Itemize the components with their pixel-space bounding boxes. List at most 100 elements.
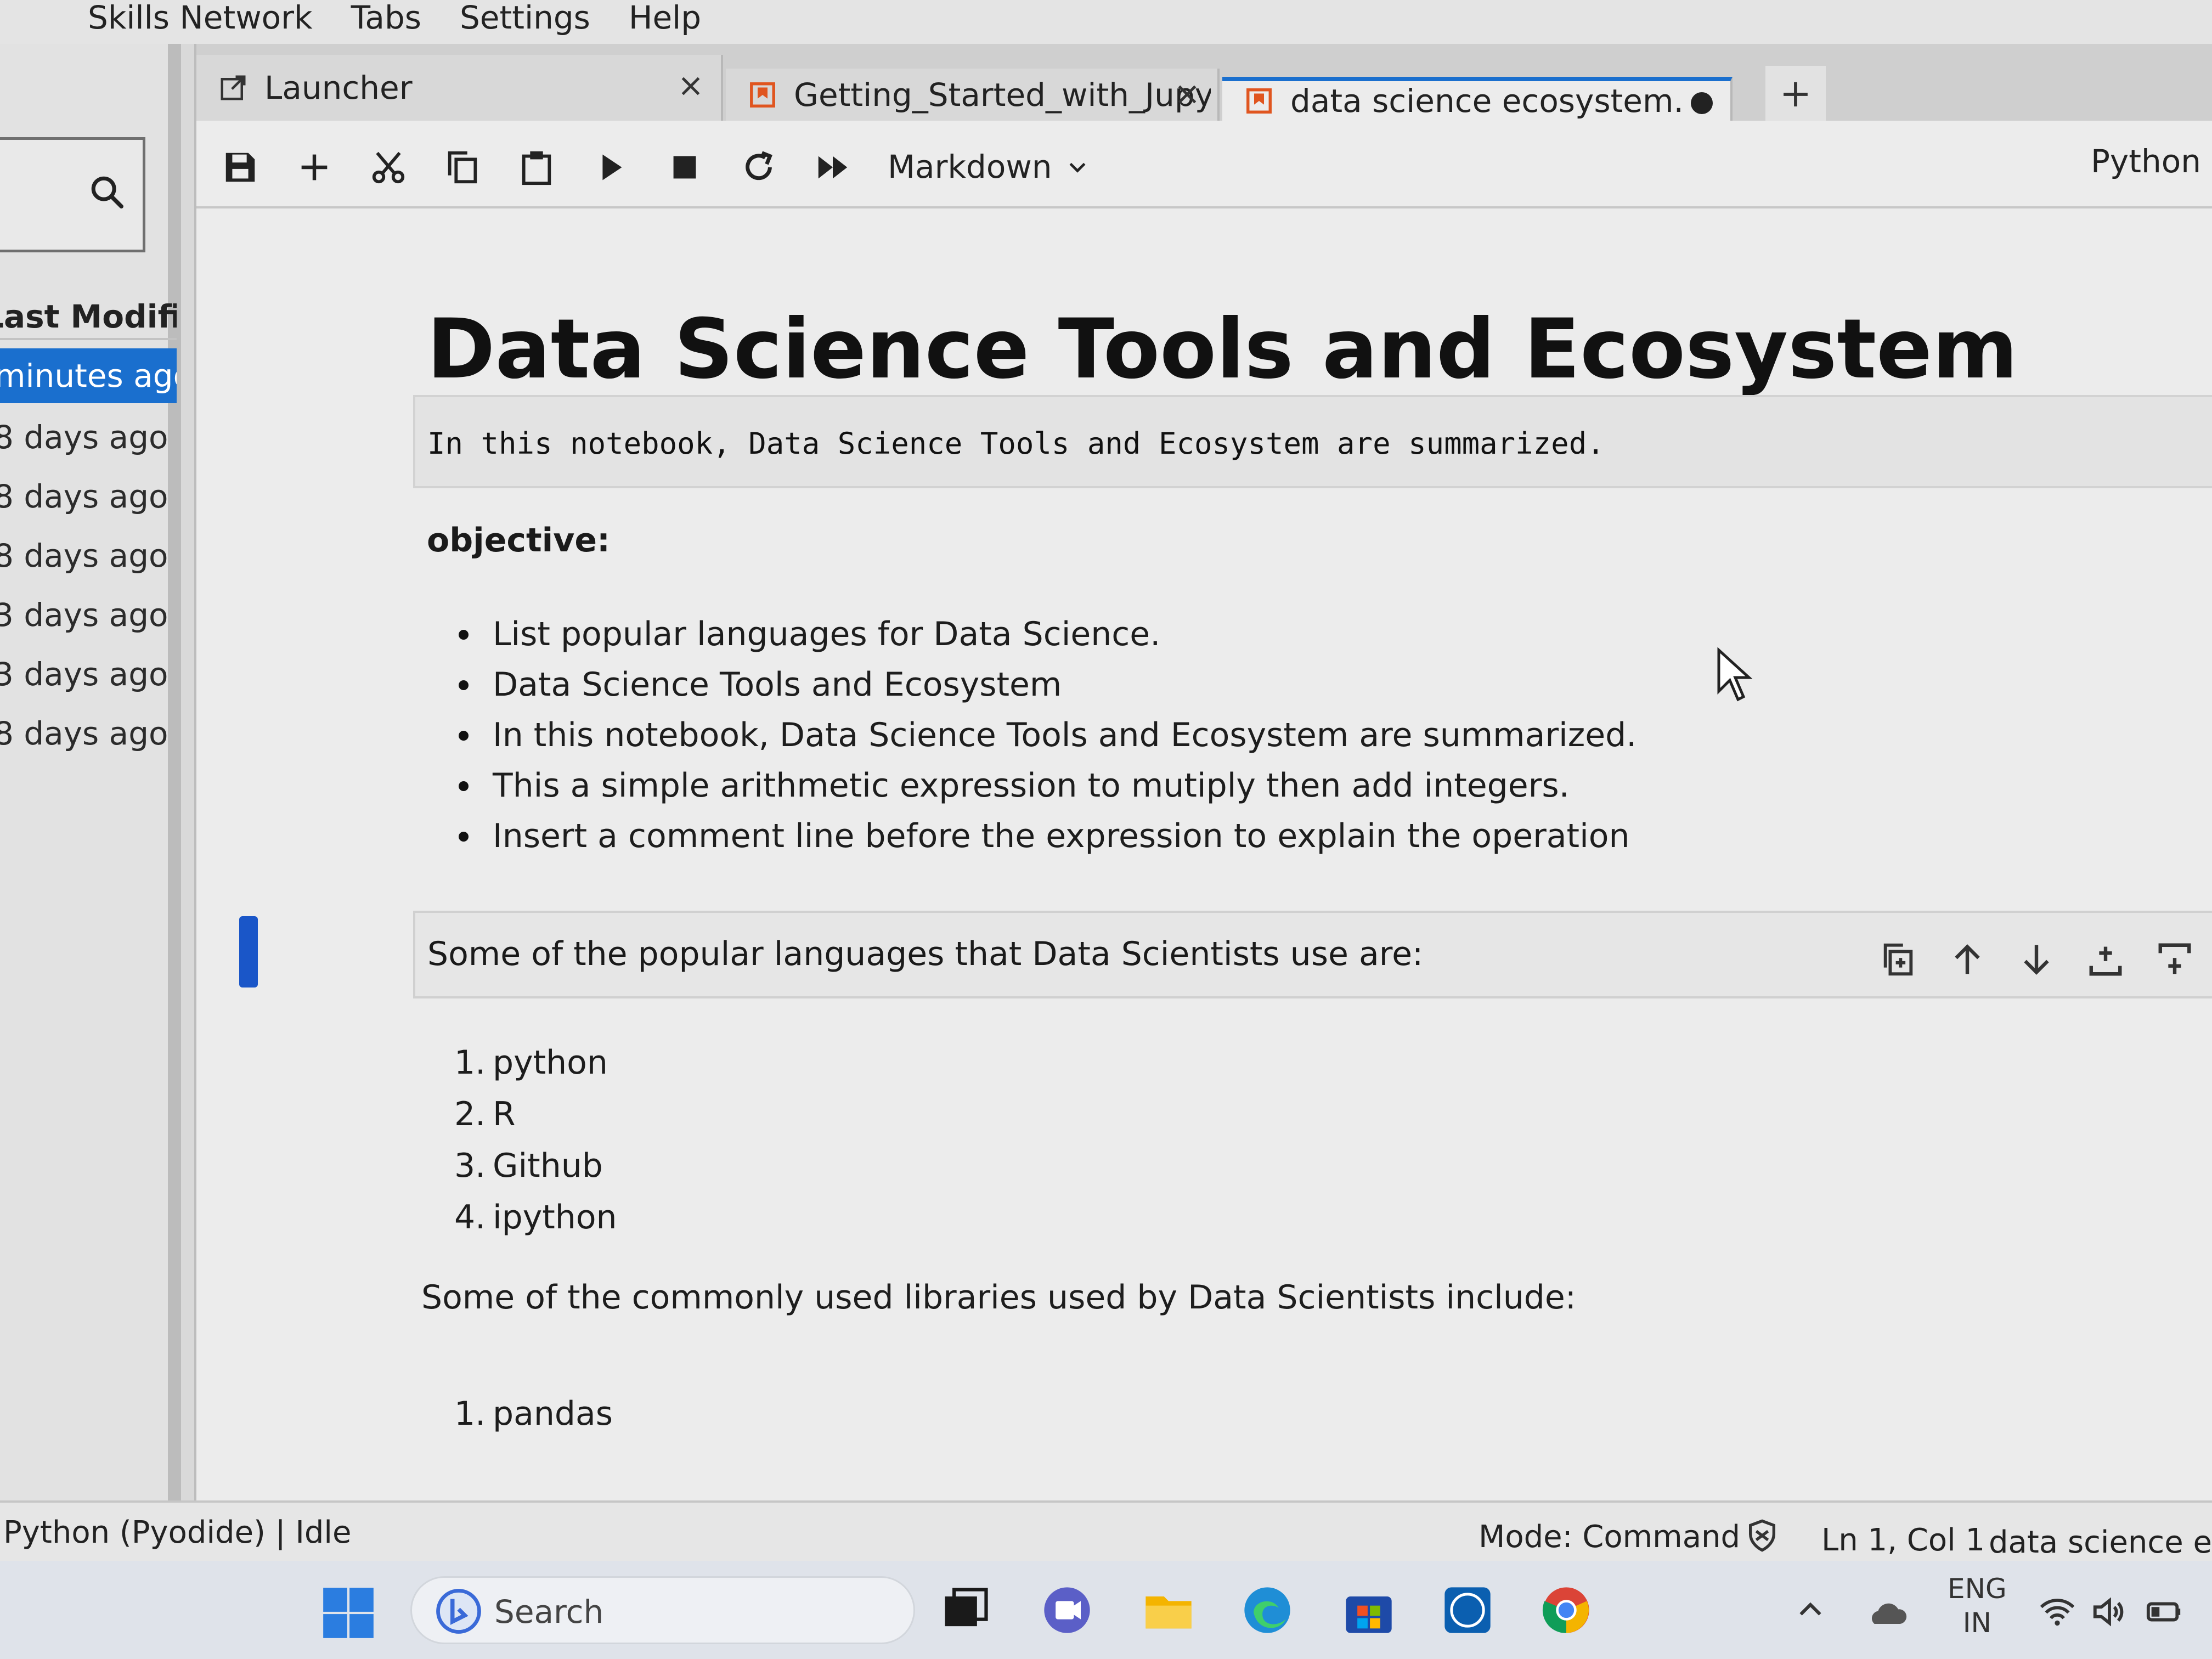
list-item: Insert a comment line before the express… <box>458 811 1637 861</box>
menu-tabs[interactable]: Tabs <box>351 1 421 44</box>
close-icon[interactable] <box>1173 81 1201 108</box>
duplicate-cell-icon[interactable] <box>1879 940 1917 979</box>
insert-above-icon[interactable] <box>2086 940 2125 979</box>
cut-icon[interactable] <box>369 148 408 187</box>
edge-browser-icon[interactable] <box>1240 1583 1295 1638</box>
region-code: IN <box>1962 1607 1991 1639</box>
cell-type-value: Markdown <box>888 148 1052 185</box>
bing-icon[interactable] <box>434 1587 483 1636</box>
languages-heading-cell[interactable]: Some of the popular languages that Data … <box>413 911 2212 998</box>
list-number: 1. <box>454 1395 486 1433</box>
tab-bar: Launcher Getting_Started_with_Jupyter da… <box>196 44 2212 121</box>
file-row[interactable]: 3 days ago <box>0 645 177 704</box>
onedrive-cloud-icon[interactable] <box>1865 1591 1909 1635</box>
search-icon <box>91 176 124 209</box>
add-cell-icon[interactable] <box>295 148 334 187</box>
move-up-icon[interactable] <box>1948 940 1987 979</box>
list-number: 4. <box>454 1198 486 1237</box>
file-row[interactable]: 8 days ago <box>0 467 177 526</box>
fast-forward-icon[interactable] <box>814 148 852 187</box>
menu-settings[interactable]: Settings <box>460 1 590 44</box>
copy-icon[interactable] <box>443 148 482 187</box>
file-row[interactable]: 8 days ago <box>0 704 177 763</box>
list-text: Github <box>493 1147 603 1185</box>
list-text: R <box>493 1095 516 1133</box>
list-number: 3. <box>454 1147 486 1185</box>
main-panel: Launcher Getting_Started_with_Jupyter da… <box>194 44 2212 1500</box>
language-indicator[interactable]: ENG IN <box>1948 1572 2007 1640</box>
list-item: 4. ipython <box>454 1192 617 1243</box>
file-list: minutes ago 8 days ago 8 days ago 8 days… <box>0 348 177 763</box>
taskbar-search-input[interactable]: Search <box>410 1576 915 1644</box>
move-down-icon[interactable] <box>2017 940 2056 979</box>
os-taskbar: Search ENG IN <box>0 1561 2212 1659</box>
objectives-list: List popular languages for Data Science.… <box>458 609 1637 861</box>
restart-icon[interactable] <box>740 148 778 187</box>
tab-data-science-ecosystem[interactable]: data science ecosystem.ipynb <box>1222 77 1733 121</box>
file-row[interactable]: 3 days ago <box>0 585 177 645</box>
menu-help[interactable]: Help <box>629 1 701 44</box>
volume-icon[interactable] <box>2090 1593 2129 1631</box>
stop-icon[interactable] <box>665 148 704 187</box>
file-browser-sidebar: Last Modified minutes ago 8 days ago 8 d… <box>0 44 181 1500</box>
list-item: 3. Github <box>454 1140 617 1192</box>
libraries-heading: Some of the commonly used libraries used… <box>421 1278 1577 1317</box>
list-item: This a simple arithmetic expression to m… <box>458 760 1637 811</box>
kernel-status[interactable]: Python (Pyodide) | Idle <box>3 1515 351 1550</box>
search-placeholder: Search <box>494 1593 604 1630</box>
wifi-icon[interactable] <box>2038 1593 2076 1631</box>
file-row[interactable]: 8 days ago <box>0 408 177 467</box>
languages-heading: Some of the popular languages that Data … <box>427 935 1424 973</box>
objective-heading: objective: <box>427 521 611 560</box>
chevron-down-icon <box>1069 162 1086 173</box>
file-explorer-icon[interactable] <box>1141 1583 1196 1638</box>
list-text: pandas <box>493 1395 613 1433</box>
tab-launcher[interactable]: Launcher <box>196 55 723 121</box>
cell-type-dropdown[interactable]: Markdown <box>888 148 1090 185</box>
tab-label: Getting_Started_with_Jupyter <box>794 76 1211 114</box>
run-icon[interactable] <box>591 148 630 187</box>
shield-icon[interactable] <box>1745 1518 1780 1553</box>
last-modified-column-header[interactable]: Last Modified <box>0 294 177 340</box>
external-link-icon <box>221 75 246 100</box>
list-number: 1. <box>454 1043 486 1082</box>
list-text: ipython <box>493 1198 617 1237</box>
new-tab-button[interactable]: + <box>1765 66 1826 121</box>
paste-icon[interactable] <box>517 148 556 187</box>
languages-list: 1. python 2. R 3. Github 4. ipython <box>454 1037 617 1243</box>
close-icon[interactable] <box>677 72 704 100</box>
cursor-position[interactable]: Ln 1, Col 1 <box>1821 1522 1985 1558</box>
notebook-content: Data Science Tools and Ecosystem In this… <box>196 214 2212 1495</box>
dell-app-icon[interactable] <box>1440 1583 1495 1638</box>
tab-label: data science ecosystem.ipynb <box>1290 82 1685 120</box>
save-icon[interactable] <box>221 148 259 187</box>
file-filter-input[interactable] <box>0 137 145 252</box>
language-code: ENG <box>1948 1573 2007 1605</box>
teams-chat-icon[interactable] <box>1040 1583 1094 1638</box>
menu-skills-network[interactable]: Skills Network <box>88 1 313 44</box>
tab-getting-started[interactable]: Getting_Started_with_Jupyter <box>726 69 1220 121</box>
insert-below-icon[interactable] <box>2155 940 2194 979</box>
mouse-pointer-icon <box>1717 647 1753 702</box>
microsoft-store-icon[interactable] <box>1341 1583 1396 1638</box>
notebook-icon <box>1246 88 1272 114</box>
file-row-selected[interactable]: minutes ago <box>0 348 177 403</box>
status-bar: Python (Pyodide) | Idle Mode: Command Ln… <box>0 1500 2212 1561</box>
file-row[interactable]: 8 days ago <box>0 526 177 585</box>
battery-icon[interactable] <box>2142 1593 2186 1631</box>
list-text: python <box>493 1043 608 1082</box>
list-item: 2. R <box>454 1088 617 1140</box>
mode-indicator: Mode: Command <box>1479 1519 1741 1555</box>
task-view-icon[interactable] <box>938 1583 993 1638</box>
windows-start-icon[interactable] <box>321 1585 376 1640</box>
chevron-up-icon[interactable] <box>1794 1594 1827 1627</box>
intro-cell[interactable]: In this notebook, Data Science Tools and… <box>413 395 2212 488</box>
status-file-name: data science ecos <box>1989 1525 2212 1560</box>
unsaved-indicator-icon[interactable] <box>1691 92 1713 114</box>
menu-bar: Skills Network Tabs Settings Help <box>0 0 2212 44</box>
libraries-list: 1. pandas <box>454 1388 613 1440</box>
chrome-browser-icon[interactable] <box>1539 1583 1594 1638</box>
list-item: 1. pandas <box>454 1388 613 1440</box>
kernel-indicator[interactable]: Python <box>2091 143 2201 180</box>
active-cell-indicator <box>239 916 258 988</box>
